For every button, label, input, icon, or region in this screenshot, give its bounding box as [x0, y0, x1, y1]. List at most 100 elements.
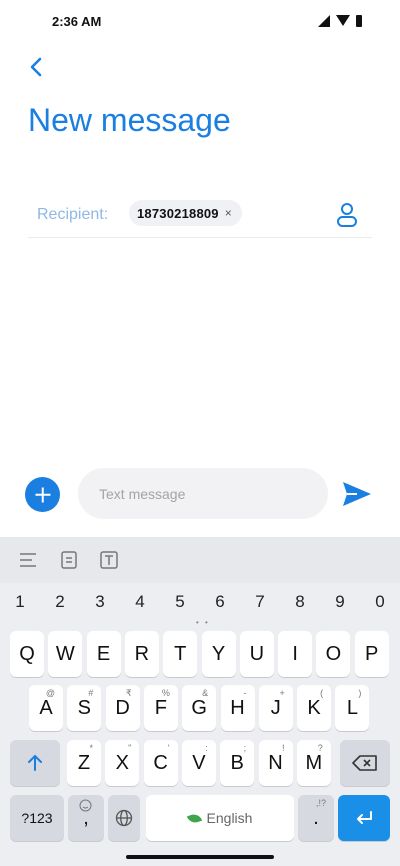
letter-key[interactable]: I [278, 631, 313, 677]
number-key[interactable]: 4 [120, 592, 160, 612]
recipient-chip[interactable]: 18730218809 × [129, 200, 242, 226]
enter-icon [357, 811, 372, 824]
backspace-key[interactable] [340, 740, 390, 786]
keyboard-toolbar [0, 537, 400, 583]
contacts-button[interactable] [336, 202, 358, 228]
number-key[interactable]: 3 [80, 592, 120, 612]
text-format-icon[interactable] [99, 551, 119, 569]
letter-key[interactable]: G & [182, 685, 217, 731]
key-label: F [154, 696, 167, 719]
letter-key[interactable]: F% [143, 685, 178, 731]
letter-key[interactable]: E [86, 631, 121, 677]
send-button[interactable] [341, 480, 373, 508]
letter-key[interactable]: K( [297, 685, 332, 731]
key-label: J [270, 696, 281, 719]
letter-key[interactable]: C ' [143, 740, 178, 786]
letter-key[interactable]: J + [258, 685, 293, 731]
add-attachment-button[interactable] [25, 477, 60, 512]
letter-key[interactable]: P [354, 631, 389, 677]
emoji-icon [79, 799, 92, 812]
key-label: G [191, 696, 207, 719]
home-indicator[interactable] [126, 855, 274, 859]
key-hint: - [243, 688, 247, 698]
backspace-icon [352, 755, 377, 771]
number-key[interactable]: 5 [160, 592, 200, 612]
remove-recipient-icon[interactable]: × [225, 206, 232, 220]
page-title: New message [28, 102, 231, 138]
period-hint: ,!? [315, 798, 326, 808]
number-key[interactable]: 6 [200, 592, 240, 612]
space-key[interactable]: English [146, 795, 294, 841]
status-icons [318, 15, 362, 27]
number-key[interactable]: 8 [280, 592, 320, 612]
letter-key[interactable]: O [316, 631, 351, 677]
enter-key[interactable] [338, 795, 390, 841]
letter-key[interactable]: N! [258, 740, 293, 786]
key-label: S [77, 696, 91, 719]
send-icon [343, 482, 371, 506]
key-hint: ₹ [125, 688, 132, 698]
key-hint: # [88, 688, 94, 698]
status-bar: 2:36 AM [0, 0, 400, 44]
battery-icon [356, 15, 362, 27]
shift-arrow-icon [28, 754, 42, 771]
letter-key[interactable]: B; [220, 740, 255, 786]
key-hint: * [89, 743, 93, 753]
comma-key[interactable]: , [68, 795, 104, 841]
wifi-icon [336, 15, 350, 27]
letter-key[interactable]: H- [220, 685, 255, 731]
letter-key[interactable]: U [239, 631, 274, 677]
signal-icon [318, 15, 330, 27]
key-label: X [115, 751, 129, 774]
number-key[interactable]: 9 [320, 592, 360, 612]
letter-key[interactable]: T [163, 631, 198, 677]
back-button[interactable] [22, 52, 52, 82]
period-label: . [313, 806, 319, 829]
keyboard: 1234567890 • • QWERTYUIOP A @ S # D ₹ F% G & H - J +… [0, 537, 400, 866]
key-label: Z [77, 751, 91, 774]
number-key[interactable]: 2 [40, 592, 80, 612]
recipient-label: Recipient: [37, 206, 109, 223]
key-hint: ; [243, 743, 247, 753]
symbols-key[interactable]: ?123 [10, 795, 64, 841]
letter-key[interactable]: R [124, 631, 159, 677]
letter-key[interactable]: V: [181, 740, 216, 786]
number-key[interactable]: 1 [0, 592, 40, 612]
letter-key[interactable]: Z * [67, 740, 101, 786]
letter-key[interactable]: X " [105, 740, 140, 786]
key-label: L [346, 696, 358, 719]
leaf-icon [186, 811, 202, 825]
recipient-number: 18730218809 [137, 205, 219, 221]
letter-key[interactable]: W [48, 631, 83, 677]
number-key[interactable]: 0 [360, 592, 400, 612]
letter-key[interactable]: M? [296, 740, 331, 786]
key-label: M [305, 751, 323, 774]
language-key[interactable] [108, 795, 140, 841]
shift-key[interactable] [10, 740, 60, 786]
clipboard-icon[interactable] [59, 551, 79, 569]
chevron-left-icon [30, 57, 42, 77]
letter-key[interactable]: Q [10, 631, 44, 677]
key-hint: ? [317, 743, 323, 753]
key-hint: ) [358, 688, 362, 698]
letter-key[interactable]: A @ [29, 685, 63, 731]
key-label: C [153, 751, 168, 774]
key-label: B [230, 751, 244, 774]
recipient-row[interactable]: Recipient: 18730218809 × [28, 192, 372, 238]
period-key[interactable]: . ,!? [298, 795, 334, 841]
letter-key[interactable]: D ₹ [105, 685, 140, 731]
person-icon [337, 203, 357, 227]
number-key[interactable]: 7 [240, 592, 280, 612]
key-hint: + [279, 688, 285, 698]
status-time: 2:36 AM [52, 14, 102, 29]
letter-key[interactable]: S # [67, 685, 102, 731]
key-hint: @ [45, 688, 55, 698]
globe-icon [115, 809, 133, 827]
key-hint: & [202, 688, 209, 698]
letter-key[interactable]: Y [201, 631, 236, 677]
menu-icon[interactable] [18, 551, 38, 569]
letter-key[interactable]: L) [335, 685, 370, 731]
message-input[interactable] [78, 468, 328, 519]
key-hint: % [161, 688, 170, 698]
key-label: V [192, 751, 206, 774]
